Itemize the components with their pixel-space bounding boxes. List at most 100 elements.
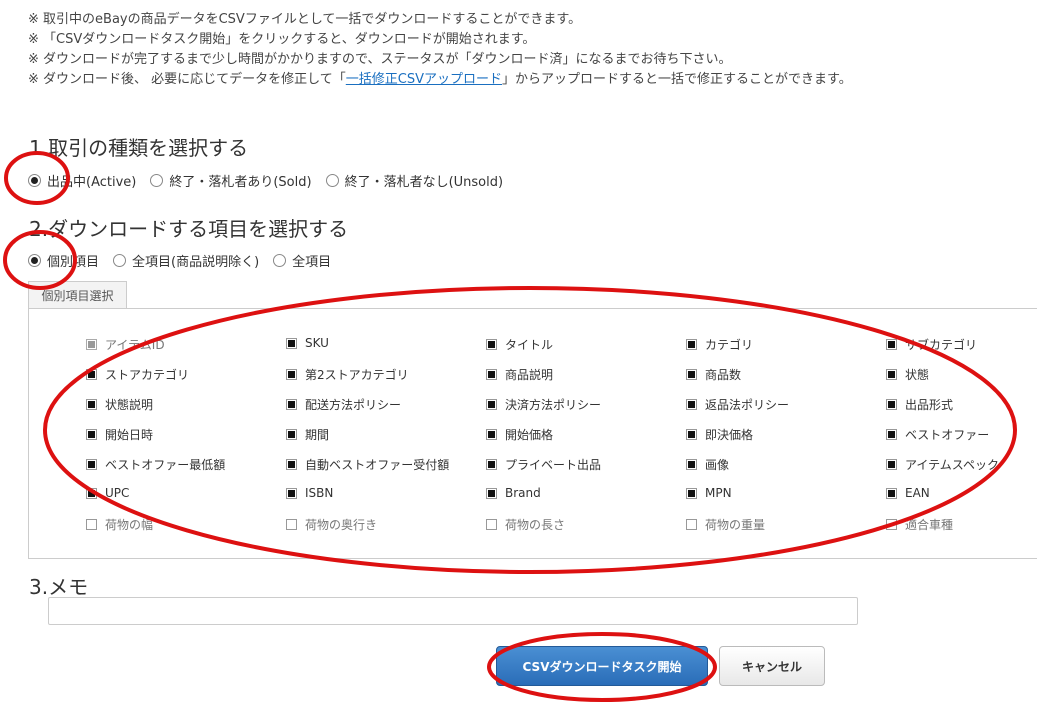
checkbox-label: 決済方法ポリシー (505, 398, 602, 412)
checkbox[interactable] (86, 369, 97, 380)
checkbox[interactable] (886, 399, 897, 410)
cancel-button[interactable]: キャンセル (719, 646, 825, 686)
checkbox[interactable] (286, 369, 297, 380)
items-panel: アイテムID SKU タイトル カテゴリ サブカテゴリストアカテゴリ 第2ストアカテゴリ 商… (28, 308, 1037, 559)
transaction-type-radio-1[interactable]: 終了・落札者あり(Sold) (150, 171, 312, 190)
item-checkbox-row[interactable]: カテゴリ (686, 336, 753, 353)
item-checkbox-row[interactable]: ストアカテゴリ (86, 366, 189, 383)
checkbox[interactable] (886, 519, 897, 530)
transaction-type-radio-2[interactable]: 終了・落札者なし(Unsold) (325, 171, 503, 190)
item-checkbox-row[interactable]: 返品法ポリシー (686, 396, 789, 413)
checkbox[interactable] (86, 339, 97, 350)
checkbox[interactable] (86, 487, 97, 499)
note-line: ※ ダウンロード後、 必要に応じてデータを修正して「一括修正CSVアップロード」… (28, 70, 852, 90)
checkbox[interactable] (686, 459, 697, 470)
item-checkbox-row[interactable]: ISBN (286, 486, 333, 500)
checkbox[interactable] (886, 487, 897, 499)
bulk-edit-csv-upload-link[interactable]: 一括修正CSVアップロード (346, 72, 502, 87)
checkbox[interactable] (286, 337, 297, 349)
item-checkbox-row[interactable]: 荷物の重量 (686, 516, 765, 533)
item-checkbox-row[interactable]: 決済方法ポリシー (486, 396, 601, 413)
checkbox-label: 荷物の長さ (505, 518, 566, 532)
checkbox[interactable] (86, 429, 97, 440)
checkbox[interactable] (486, 519, 497, 530)
checkbox[interactable] (886, 429, 897, 440)
checkbox[interactable] (686, 399, 697, 410)
checkbox[interactable] (686, 519, 697, 530)
item-checkbox-row[interactable]: サブカテゴリ (886, 336, 977, 353)
item-checkbox-row[interactable]: EAN (886, 486, 930, 500)
checkbox[interactable] (686, 369, 697, 380)
item-checkbox-row[interactable]: 荷物の奥行き (286, 516, 377, 533)
item-checkbox-row[interactable]: Brand (486, 486, 541, 500)
radio-dot[interactable] (273, 254, 287, 267)
item-checkbox-row[interactable]: 荷物の幅 (86, 516, 153, 533)
radio-dot[interactable] (113, 254, 127, 267)
item-checkbox-row[interactable]: 即決価格 (686, 426, 753, 443)
checkbox[interactable] (686, 429, 697, 440)
checkbox[interactable] (486, 339, 497, 350)
item-checkbox-row[interactable]: ベストオファー (886, 426, 989, 443)
radio-label: 終了・落札者あり(Sold) (169, 175, 312, 190)
checkbox[interactable] (286, 519, 297, 530)
item-checkbox-row[interactable]: 状態 (886, 366, 929, 383)
radio-label: 個別項目 (47, 255, 100, 270)
item-checkbox-row[interactable]: アイテムスペック (886, 456, 999, 473)
checkbox[interactable] (286, 487, 297, 499)
download-scope-radio-2[interactable]: 全項目 (273, 251, 331, 270)
checkbox[interactable] (86, 459, 97, 470)
checkbox[interactable] (286, 429, 297, 440)
item-checkbox-row[interactable]: UPC (86, 486, 129, 500)
checkbox-label: 期間 (305, 428, 330, 442)
item-checkbox-row[interactable]: SKU (286, 336, 329, 350)
checkbox[interactable] (86, 519, 97, 530)
checkbox[interactable] (686, 339, 697, 350)
memo-input[interactable] (48, 597, 858, 625)
item-checkbox-row[interactable]: 適合車種 (886, 516, 953, 533)
radio-dot[interactable] (28, 174, 41, 187)
checkbox[interactable] (286, 459, 297, 470)
download-scope-radio-0[interactable]: 個別項目 (28, 251, 99, 270)
checkbox[interactable] (486, 459, 497, 470)
checkbox[interactable] (686, 487, 697, 499)
item-checkbox-row[interactable]: 荷物の長さ (486, 516, 565, 533)
item-checkbox-row[interactable]: 配送方法ポリシー (286, 396, 401, 413)
checkbox[interactable] (486, 429, 497, 440)
item-checkbox-row[interactable]: 出品形式 (886, 396, 953, 413)
checkbox[interactable] (886, 339, 897, 350)
checkbox-label: 第2ストアカテゴリ (305, 368, 409, 382)
download-scope-radio-1[interactable]: 全項目(商品説明除く) (113, 251, 259, 270)
checkbox[interactable] (486, 369, 497, 380)
item-checkbox-row[interactable]: 商品数 (686, 366, 741, 383)
radio-dot[interactable] (28, 254, 41, 267)
checkbox-label: アイテムID (105, 338, 165, 352)
checkbox-label: 荷物の幅 (105, 518, 154, 532)
item-checkbox-row[interactable]: ベストオファー最低額 (86, 456, 225, 473)
item-checkbox-row[interactable]: 期間 (286, 426, 329, 443)
item-checkbox-row[interactable]: アイテムID (86, 336, 165, 353)
item-checkbox-row[interactable]: 商品説明 (486, 366, 553, 383)
item-checkbox-row[interactable]: 開始日時 (86, 426, 153, 443)
item-checkbox-row[interactable]: 第2ストアカテゴリ (286, 366, 409, 383)
item-checkbox-row[interactable]: タイトル (486, 336, 553, 353)
individual-items-tab[interactable]: 個別項目選択 (28, 281, 127, 308)
radio-dot[interactable] (150, 174, 164, 187)
checkbox-label: Brand (505, 486, 541, 500)
checkbox[interactable] (486, 487, 497, 499)
item-checkbox-row[interactable]: 状態説明 (86, 396, 153, 413)
csv-download-start-button[interactable]: CSVダウンロードタスク開始 (496, 646, 708, 686)
checkbox[interactable] (886, 459, 897, 470)
transaction-type-radio-0[interactable]: 出品中(Active) (28, 171, 136, 190)
item-checkbox-row[interactable]: 自動ベストオファー受付額 (286, 456, 449, 473)
item-checkbox-row[interactable]: 画像 (686, 456, 729, 473)
checkbox[interactable] (286, 399, 297, 410)
checkbox[interactable] (86, 399, 97, 410)
item-checkbox-row[interactable]: プライベート出品 (486, 456, 601, 473)
checkbox-label: プライベート出品 (505, 458, 602, 472)
item-checkbox-row[interactable]: 開始価格 (486, 426, 553, 443)
checkbox[interactable] (886, 369, 897, 380)
item-checkbox-row[interactable]: MPN (686, 486, 732, 500)
radio-dot[interactable] (325, 174, 339, 187)
checkbox-label: 状態説明 (105, 398, 154, 412)
checkbox[interactable] (486, 399, 497, 410)
